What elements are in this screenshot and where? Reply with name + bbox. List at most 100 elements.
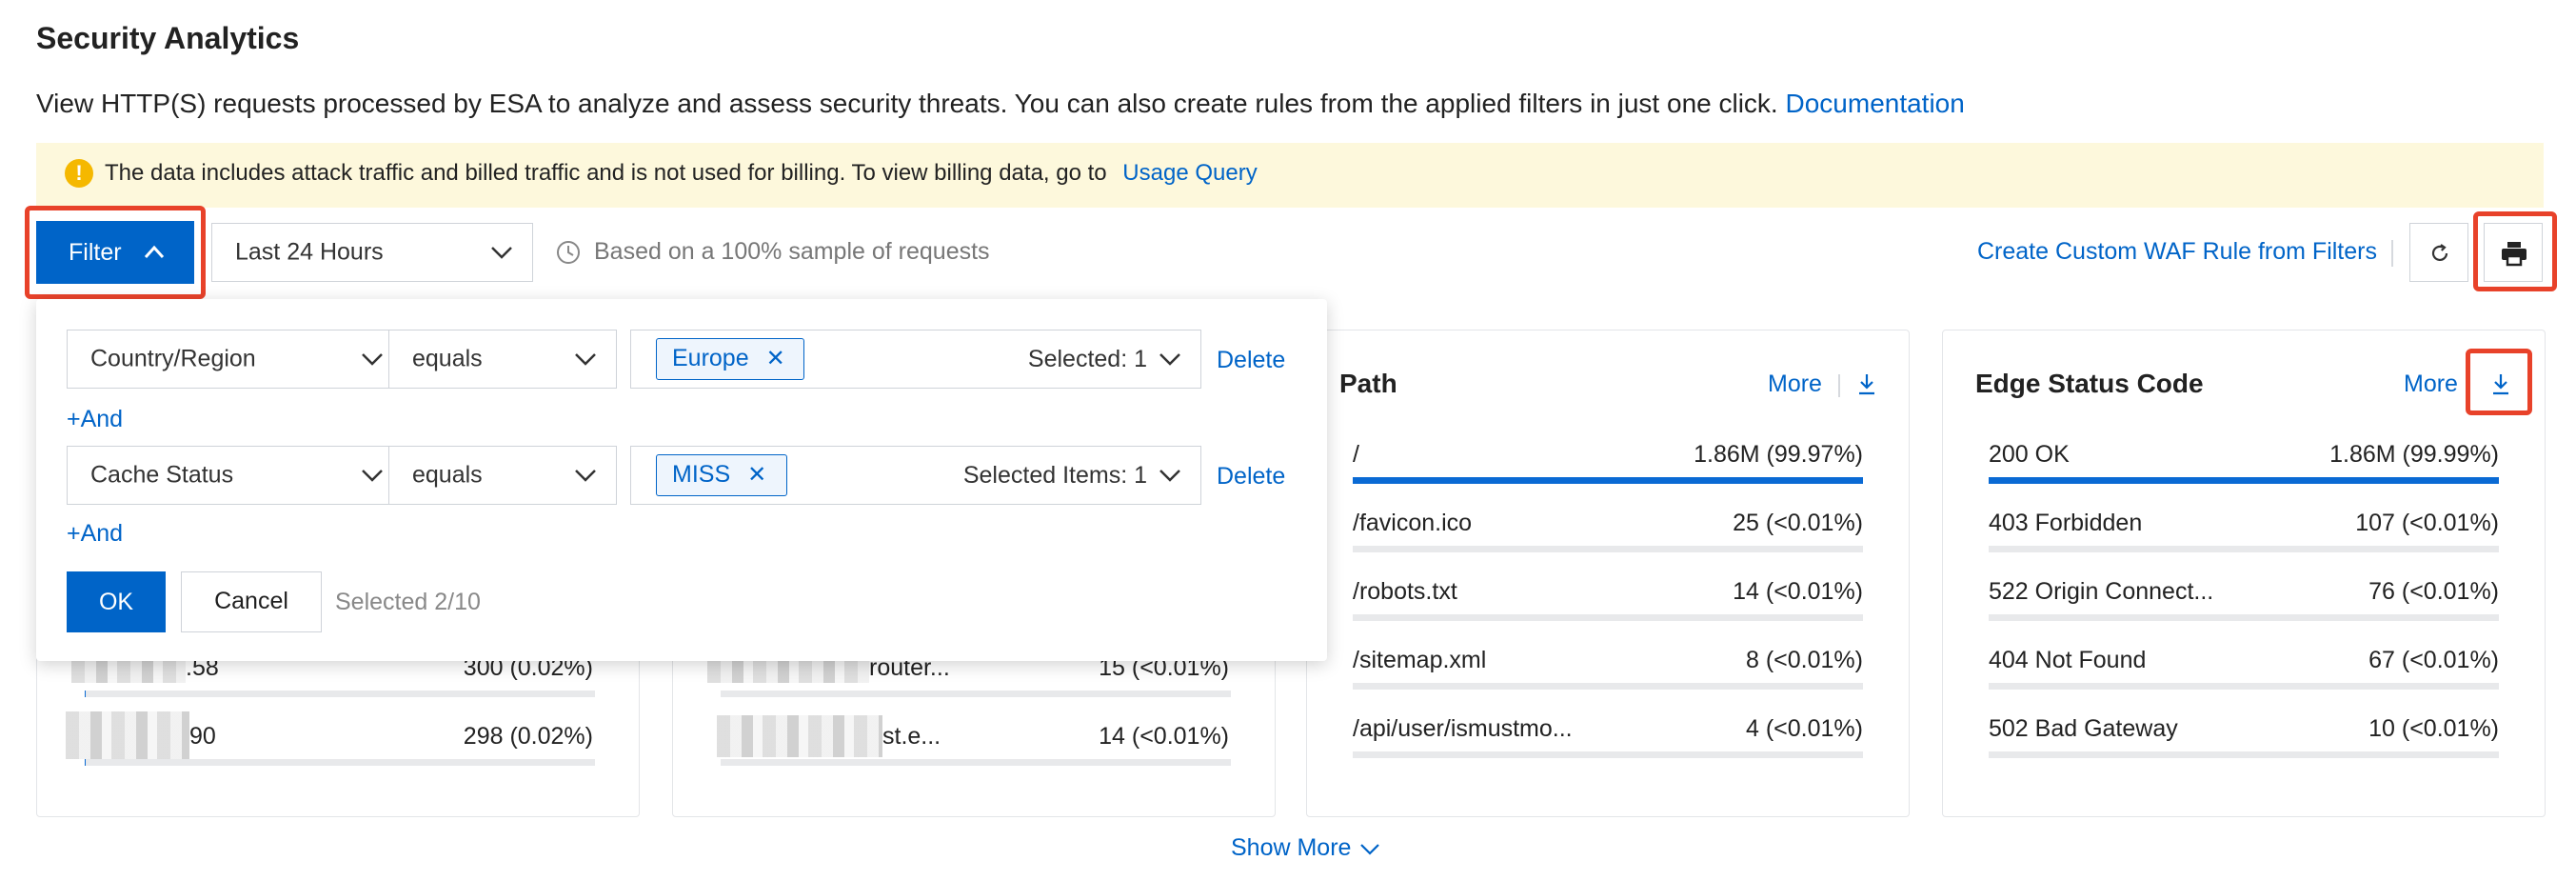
show-more-link[interactable]: Show More [1231,834,1380,862]
row-label: 502 Bad Gateway [1989,715,2178,742]
condition-operator-select[interactable]: equals [388,330,617,389]
row-label: /favicon.ico [1353,510,1473,536]
value-tag: MISS ✕ [656,454,787,496]
row-bar [721,691,1231,697]
row-value: 1.86M (99.99%) [2329,441,2499,468]
page-title: Security Analytics [36,21,300,55]
row-bar [1989,477,2499,484]
time-range-select[interactable]: Last 24 Hours [211,223,533,282]
row-bar [1353,614,1863,621]
card-path: Path More / 1.86M (99.97%) /favicon.ico 25 … [1306,330,1910,817]
usage-query-link[interactable]: Usage Query [1122,160,1257,186]
row-value: 107 (<0.01%) [2355,510,2499,536]
description-text: View HTTP(S) requests processed by ESA t… [36,89,1778,118]
row-value: 10 (<0.01%) [2368,715,2499,742]
download-icon[interactable] [1855,370,1878,397]
chevron-down-icon [1159,470,1180,482]
notice-banner: ! The data includes attack traffic and b… [36,143,2544,208]
card-title: Edge Status Code [1975,369,2204,398]
condition-value-select[interactable]: Europe ✕ Selected: 1 [630,330,1201,389]
row-label: / [1353,441,1359,468]
notice-text-wrap: The data includes attack traffic and bil… [105,160,1258,187]
close-icon[interactable]: ✕ [747,462,766,488]
row-label: 404 Not Found [1989,647,2147,673]
redacted-block [717,715,882,757]
clock-icon [557,241,580,264]
row-bar [1353,751,1863,758]
row-bar [1989,751,2499,758]
row-label: /api/user/ismustmo... [1353,715,1573,742]
row-value: 8 (<0.01%) [1746,647,1863,673]
download-icon[interactable] [2489,370,2512,397]
row-bar [85,691,595,697]
time-range-value: Last 24 Hours [235,238,384,266]
add-and-link[interactable]: +And [67,520,123,548]
print-button[interactable] [2484,223,2543,282]
condition-field-value: Cache Status [90,461,234,489]
refresh-button[interactable] [2409,223,2468,282]
add-and-link[interactable]: +And [67,406,123,433]
row-label: st.e... [882,723,941,750]
filter-button[interactable]: Filter [36,221,194,284]
warning-icon: ! [65,159,93,188]
row-bar [1989,683,2499,690]
selected-summary: Selected 2/10 [335,589,481,615]
row-bar [1353,477,1863,484]
close-icon[interactable]: ✕ [766,346,785,371]
row-label: 403 Forbidden [1989,510,2143,536]
chevron-down-icon [575,470,596,482]
row-value: 1.86M (99.97%) [1694,441,1863,468]
condition-operator-value: equals [412,345,483,372]
card-title: Path [1339,369,1397,398]
chevron-down-icon [575,353,596,366]
condition-value-select[interactable]: MISS ✕ Selected Items: 1 [630,446,1201,505]
row-label: /sitemap.xml [1353,647,1487,673]
selected-count: Selected Items: 1 [962,462,1147,489]
delete-condition-link[interactable]: Delete [1217,463,1285,491]
refresh-icon [2431,244,2448,262]
row-label: /robots.txt [1353,578,1457,605]
row-bar [1353,546,1863,552]
row-bar [85,759,595,766]
edge-status-more-link[interactable]: More [2404,370,2458,398]
redacted-block [66,711,189,759]
chevron-down-icon [362,353,383,366]
chevron-down-icon [491,247,512,259]
row-value: 14 (<0.01%) [1733,578,1863,605]
row-bar [1353,683,1863,690]
value-tag-label: MISS [672,461,731,488]
card-edge-status-code: Edge Status Code More 200 OK 1.86M (99.99… [1942,330,2546,817]
card-divider [1838,374,1840,397]
chevron-up-icon [144,245,165,259]
cancel-button[interactable]: Cancel [181,571,322,632]
printer-icon [2502,242,2526,267]
condition-operator-value: equals [412,461,483,489]
row-label: 522 Origin Connect... [1989,578,2214,605]
row-value: 4 (<0.01%) [1746,715,1863,742]
chevron-down-icon [1159,353,1180,366]
condition-field-value: Country/Region [90,345,256,372]
row-bar-fill [1989,477,2499,484]
notice-text: The data includes attack traffic and bil… [105,160,1107,186]
row-value: 25 (<0.01%) [1733,510,1863,536]
show-more-label: Show More [1231,834,1352,861]
delete-condition-link[interactable]: Delete [1217,347,1285,374]
row-value: 76 (<0.01%) [2368,578,2499,605]
documentation-link[interactable]: Documentation [1786,89,1965,118]
row-value: 67 (<0.01%) [2368,647,2499,673]
row-value: 298 (0.02%) [463,723,593,750]
toolbar-divider [2391,240,2393,267]
create-waf-rule-link[interactable]: Create Custom WAF Rule from Filters [1977,238,2377,266]
row-label: 200 OK [1989,441,2070,468]
condition-field-select[interactable]: Country/Region [67,330,404,389]
row-bar [1989,546,2499,552]
row-bar-fill [1353,477,1863,484]
filter-button-label: Filter [69,239,122,266]
chevron-down-icon [362,470,383,482]
path-more-link[interactable]: More [1768,370,1822,398]
condition-operator-select[interactable]: equals [388,446,617,505]
ok-button[interactable]: OK [67,571,166,632]
filter-panel: Country/Region equals Europe ✕ Selected: … [36,299,1327,661]
row-label: 90 [189,723,216,750]
condition-field-select[interactable]: Cache Status [67,446,404,505]
